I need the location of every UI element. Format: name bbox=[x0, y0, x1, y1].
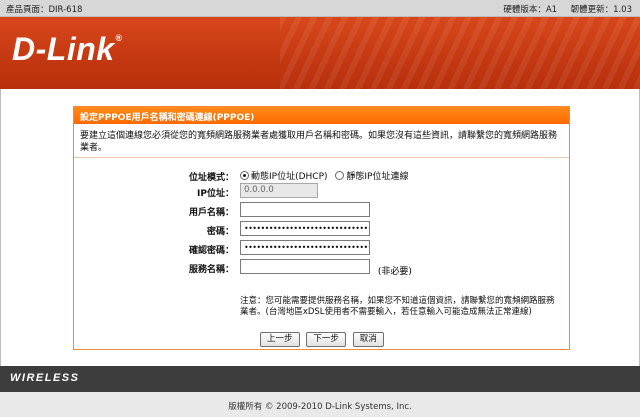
banner-stripes bbox=[280, 17, 640, 89]
static-ip-radio[interactable] bbox=[335, 171, 345, 180]
registered-mark: ® bbox=[115, 33, 123, 43]
pppoe-setup-panel: 設定PPPOE用戶名稱和密碼連線(PPPOE) 要建立這個連線您必須從您的寬頻網… bbox=[73, 106, 570, 350]
password-row: 密碼： •••••••••••••••••••••••••••••••• bbox=[74, 221, 571, 237]
dhcp-option-label[interactable]: 動態IP位址(DHCP) bbox=[251, 172, 328, 182]
static-ip-option-label[interactable]: 靜態IP位址連線 bbox=[346, 172, 408, 182]
confirm-password-input[interactable]: •••••••••••••••••••••••••••••••• bbox=[240, 240, 370, 255]
service-name-field-wrap: (非必要) bbox=[240, 259, 412, 277]
footer: 版權所有 © 2009-2010 D-Link Systems, Inc. bbox=[0, 392, 640, 417]
service-name-row: 服務名稱： (非必要) bbox=[74, 259, 571, 277]
ip-address-row: IP位址： 0.0.0.0 bbox=[74, 183, 571, 199]
header-banner: D-Link® bbox=[0, 17, 640, 89]
dhcp-radio[interactable] bbox=[240, 171, 249, 180]
logo-text: D-Link bbox=[12, 31, 115, 67]
password-field-wrap: •••••••••••••••••••••••••••••••• bbox=[240, 221, 370, 239]
ip-address-input: 0.0.0.0 bbox=[240, 183, 318, 198]
username-label: 用戶名稱： bbox=[188, 208, 234, 218]
password-input[interactable]: •••••••••••••••••••••••••••••••• bbox=[240, 221, 370, 236]
main-content: 設定PPPOE用戶名稱和密碼連線(PPPOE) 要建立這個連線您必須從您的寬頻網… bbox=[0, 89, 640, 366]
dlink-logo: D-Link® bbox=[12, 31, 123, 68]
wireless-brand: WIRELESS bbox=[10, 372, 80, 384]
username-row: 用戶名稱： bbox=[74, 202, 571, 218]
wireless-bar: WIRELESS bbox=[0, 366, 640, 392]
prev-button[interactable]: 上一步 bbox=[260, 332, 300, 347]
panel-description: 要建立這個連線您必須從您的寬頻網路服務業者處獲取用戶名稱和密碼。如果您沒有這些資… bbox=[74, 124, 569, 158]
confirm-password-field-wrap: •••••••••••••••••••••••••••••••• bbox=[240, 240, 370, 258]
confirm-password-row: 確認密碼： •••••••••••••••••••••••••••••••• bbox=[74, 240, 571, 256]
wizard-buttons: 上一步 下一步 取消 bbox=[260, 332, 388, 347]
password-label: 密碼： bbox=[206, 227, 234, 237]
copyright-text: 版權所有 © 2009-2010 D-Link Systems, Inc. bbox=[228, 402, 412, 412]
firmware-version: 韌體更新：1.03 bbox=[570, 5, 632, 15]
optional-hint: (非必要) bbox=[377, 267, 412, 277]
service-name-label: 服務名稱： bbox=[188, 265, 234, 275]
product-page-label: 產品頁面：DIR-618 bbox=[6, 5, 83, 15]
next-button[interactable]: 下一步 bbox=[306, 332, 346, 347]
service-name-note: 注意：您可能需要提供服務名稱，如果您不知道這個資訊，請聯繫您的寬頻網路服務業者。… bbox=[240, 296, 555, 317]
ip-address-label: IP位址： bbox=[197, 189, 234, 199]
username-input[interactable] bbox=[240, 202, 370, 217]
ip-address-field-wrap: 0.0.0.0 bbox=[240, 183, 318, 198]
confirm-password-label: 確認密碼： bbox=[188, 246, 234, 256]
username-field-wrap bbox=[240, 202, 370, 220]
address-mode-row: 位址模式： 動態IP位址(DHCP) 靜態IP位址連線 bbox=[74, 167, 571, 183]
top-info-bar: 產品頁面：DIR-618 硬體版本：A1 韌體更新：1.03 bbox=[0, 0, 640, 17]
panel-title: 設定PPPOE用戶名稱和密碼連線(PPPOE) bbox=[74, 107, 569, 124]
version-info: 硬體版本：A1 韌體更新：1.03 bbox=[503, 3, 632, 15]
hardware-version: 硬體版本：A1 bbox=[503, 5, 558, 15]
address-mode-label: 位址模式： bbox=[188, 173, 234, 183]
cancel-button[interactable]: 取消 bbox=[352, 332, 384, 347]
address-mode-options: 動態IP位址(DHCP) 靜態IP位址連線 bbox=[240, 169, 413, 182]
service-name-input[interactable] bbox=[240, 259, 370, 274]
